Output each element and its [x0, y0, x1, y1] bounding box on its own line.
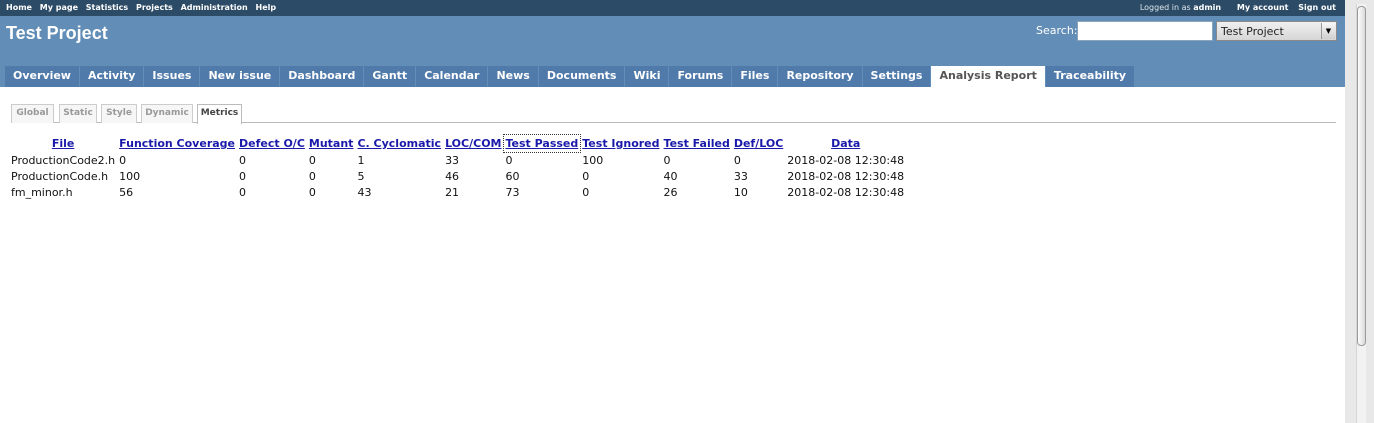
- cell-def-loc: 33: [733, 169, 748, 183]
- tab-settings[interactable]: Settings: [862, 66, 931, 87]
- project-jump-value: Test Project: [1221, 25, 1284, 38]
- cell-c-cyclomatic: 5: [357, 169, 365, 183]
- tab-activity[interactable]: Activity: [79, 66, 144, 87]
- col-data[interactable]: Data: [785, 135, 906, 152]
- top-link-help[interactable]: Help: [256, 3, 277, 12]
- top-link-my-page[interactable]: My page: [40, 3, 78, 12]
- top-link-administration[interactable]: Administration: [181, 3, 248, 12]
- cell-file: ProductionCode2.h: [11, 153, 116, 167]
- scrollbar-thumb[interactable]: [1357, 6, 1366, 346]
- top-menu-left: Home My page Statistics Projects Adminis…: [6, 3, 281, 12]
- cell-test-failed: 40: [663, 169, 678, 183]
- col-defect-oc[interactable]: Defect O/C: [237, 135, 307, 152]
- top-link-projects[interactable]: Projects: [136, 3, 173, 12]
- vertical-scrollbar[interactable]: [1345, 0, 1374, 423]
- col-test-passed[interactable]: Test Passed: [502, 134, 582, 153]
- tab-files[interactable]: Files: [732, 66, 778, 87]
- cell-test-passed: 73: [505, 185, 520, 199]
- cell-defect-oc: 0: [239, 185, 246, 199]
- tab-calendar[interactable]: Calendar: [416, 66, 488, 87]
- subtab-metrics[interactable]: Metrics: [197, 104, 242, 124]
- cell-loc-com: 33: [445, 153, 460, 167]
- logged-in-user[interactable]: admin: [1193, 3, 1221, 12]
- tab-analysis-report[interactable]: Analysis Report: [931, 66, 1045, 87]
- cell-test-passed: 60: [505, 169, 520, 183]
- cell-test-ignored: 0: [582, 169, 590, 183]
- subtab-global[interactable]: Global: [11, 104, 54, 123]
- col-test-ignored[interactable]: Test Ignored: [580, 135, 661, 152]
- table-row: ProductionCode2.h 0 0 0 1 33 0 100 0 0 2…: [9, 152, 906, 168]
- top-menu-right: Logged in as admin My account Sign out: [1140, 3, 1336, 12]
- cell-defect-oc: 0: [239, 169, 246, 183]
- content-area: Global Static Style Dynamic Metrics File…: [0, 87, 1345, 423]
- report-subtabs: Global Static Style Dynamic Metrics: [11, 104, 1336, 124]
- logged-in-prefix: Logged in as: [1139, 3, 1191, 12]
- cell-loc-com: 46: [445, 169, 460, 183]
- cell-data: 2018-02-08 12:30:48: [787, 153, 905, 167]
- cell-test-passed: 0: [505, 153, 513, 167]
- tab-forums[interactable]: Forums: [669, 66, 732, 87]
- col-loc-com[interactable]: LOC/COM: [443, 135, 503, 152]
- col-test-failed[interactable]: Test Failed: [662, 135, 732, 152]
- tab-overview[interactable]: Overview: [5, 66, 79, 87]
- logged-in-status: Logged in as admin: [1140, 3, 1221, 12]
- tab-news[interactable]: News: [488, 66, 538, 87]
- tab-issues[interactable]: Issues: [144, 66, 200, 87]
- tab-traceability[interactable]: Traceability: [1045, 66, 1135, 87]
- cell-def-loc: 0: [733, 153, 741, 167]
- table-header-row: File Function Coverage Defect O/C Mutant…: [9, 134, 906, 153]
- col-function-coverage[interactable]: Function Coverage: [117, 135, 237, 152]
- cell-test-ignored: 0: [582, 185, 590, 199]
- top-link-statistics[interactable]: Statistics: [86, 3, 128, 12]
- top-link-home[interactable]: Home: [6, 3, 32, 12]
- col-def-loc[interactable]: Def/LOC: [732, 135, 785, 152]
- col-file[interactable]: File: [9, 135, 117, 152]
- subtab-static[interactable]: Static: [59, 104, 97, 123]
- subtab-dynamic[interactable]: Dynamic: [141, 104, 193, 123]
- tab-wiki[interactable]: Wiki: [625, 66, 669, 87]
- cell-mutant: 0: [308, 153, 316, 167]
- cell-mutant: 0: [308, 169, 316, 183]
- cell-file: fm_minor.h: [11, 185, 73, 199]
- cell-data: 2018-02-08 12:30:48: [787, 169, 905, 183]
- sign-out-link[interactable]: Sign out: [1298, 3, 1336, 12]
- metrics-table: File Function Coverage Defect O/C Mutant…: [9, 134, 906, 200]
- quick-search: Search: Test Project ▼: [1036, 21, 1337, 41]
- cell-data: 2018-02-08 12:30:48: [787, 185, 905, 199]
- project-title: Test Project: [6, 23, 108, 43]
- cell-test-failed: 0: [663, 153, 671, 167]
- cell-test-ignored: 100: [582, 153, 604, 167]
- project-header: Test Project Search: Test Project ▼ Over…: [0, 16, 1345, 87]
- cell-file: ProductionCode.h: [11, 169, 109, 183]
- col-c-cyclomatic[interactable]: C. Cyclomatic: [355, 135, 443, 152]
- cell-loc-com: 21: [445, 185, 460, 199]
- cell-c-cyclomatic: 43: [357, 185, 372, 199]
- project-jump-select[interactable]: Test Project ▼: [1216, 21, 1337, 41]
- table-row: ProductionCode.h 100 0 0 5 46 60 0 40 33…: [9, 168, 906, 184]
- tab-gantt[interactable]: Gantt: [364, 66, 416, 87]
- col-mutant[interactable]: Mutant: [307, 135, 356, 152]
- cell-defect-oc: 0: [239, 153, 246, 167]
- cell-def-loc: 10: [733, 185, 748, 199]
- cell-function-coverage: 56: [119, 185, 134, 199]
- cell-function-coverage: 0: [119, 153, 127, 167]
- chevron-down-icon[interactable]: ▼: [1321, 23, 1335, 39]
- top-menu: Home My page Statistics Projects Adminis…: [0, 0, 1345, 16]
- cell-test-failed: 26: [663, 185, 678, 199]
- tab-repository[interactable]: Repository: [778, 66, 862, 87]
- redmine-page: Home My page Statistics Projects Adminis…: [0, 0, 1345, 423]
- subtab-style[interactable]: Style: [101, 104, 137, 123]
- cell-function-coverage: 100: [119, 169, 141, 183]
- tab-documents[interactable]: Documents: [538, 66, 625, 87]
- table-row: fm_minor.h 56 0 0 43 21 73 0 26 10 2018-…: [9, 184, 906, 200]
- cell-c-cyclomatic: 1: [357, 153, 365, 167]
- cell-mutant: 0: [308, 185, 316, 199]
- main-menu: Overview Activity Issues New issue Dashboard…: [5, 66, 1135, 87]
- search-input[interactable]: [1077, 21, 1213, 41]
- tab-new-issue[interactable]: New issue: [200, 66, 280, 87]
- tab-dashboard[interactable]: Dashboard: [280, 66, 364, 87]
- search-label: Search:: [1036, 24, 1078, 37]
- my-account-link[interactable]: My account: [1237, 3, 1289, 12]
